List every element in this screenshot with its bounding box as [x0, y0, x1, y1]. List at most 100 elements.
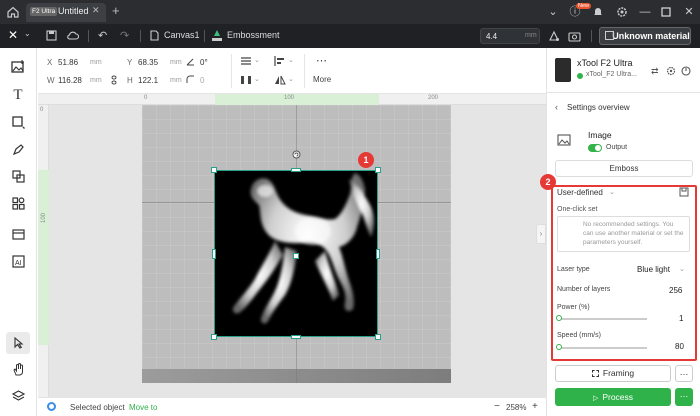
- resize-handle-sw[interactable]: [211, 334, 217, 340]
- y-field[interactable]: 68.35: [138, 58, 158, 67]
- pen-tool-icon[interactable]: [12, 143, 25, 156]
- collapse-panel-button[interactable]: ›: [536, 224, 546, 244]
- elements-tool-icon[interactable]: [12, 197, 25, 210]
- resize-handle-n[interactable]: [291, 168, 301, 172]
- material-library-icon[interactable]: [12, 228, 25, 240]
- flip-icon[interactable]: [274, 75, 286, 85]
- framing-more-button[interactable]: …: [675, 365, 693, 382]
- distribute-icon[interactable]: [240, 75, 252, 85]
- center-handle[interactable]: [293, 253, 299, 259]
- process-button[interactable]: ▷ Process: [555, 388, 671, 406]
- power-slider-knob[interactable]: [556, 315, 562, 321]
- layers-count-field[interactable]: 256: [669, 286, 682, 295]
- save-icon[interactable]: [46, 30, 57, 41]
- chevron-down-icon[interactable]: ⌄: [546, 5, 560, 19]
- corner-radius-field[interactable]: 0: [200, 76, 204, 85]
- ruler-tick: 100: [41, 212, 48, 224]
- connection-icon[interactable]: [681, 66, 691, 76]
- more-icon[interactable]: ⋯: [316, 54, 327, 67]
- hand-tool-icon[interactable]: [12, 363, 25, 376]
- camera-icon[interactable]: [568, 30, 581, 42]
- ruler-tick: 100: [284, 95, 295, 101]
- chevron-down-icon[interactable]: ⌄: [254, 75, 260, 83]
- process-more-button[interactable]: …: [675, 388, 693, 406]
- processing-mode-label[interactable]: Embossment: [227, 30, 280, 40]
- cloud-upload-icon[interactable]: [67, 30, 79, 41]
- align-icon[interactable]: [274, 56, 286, 66]
- layers-icon[interactable]: [12, 390, 25, 402]
- select-tool-icon[interactable]: [13, 337, 24, 349]
- h-field[interactable]: 122.1: [138, 76, 158, 85]
- chevron-down-icon[interactable]: ⌄: [24, 29, 31, 38]
- zoom-level[interactable]: 258%: [506, 403, 526, 412]
- bell-icon[interactable]: [592, 6, 604, 18]
- speed-field[interactable]: 80: [675, 342, 684, 351]
- ai-tool-icon[interactable]: AI: [12, 255, 25, 268]
- ruler-selection-highlight: [38, 170, 49, 345]
- speed-slider-knob[interactable]: [556, 344, 562, 350]
- w-field[interactable]: 116.28: [58, 76, 82, 85]
- close-icon[interactable]: ✕: [682, 5, 696, 19]
- resize-handle-e[interactable]: [376, 249, 380, 259]
- resize-handle-nw[interactable]: [211, 167, 217, 173]
- one-click-message-box: No recommended settings. You can use ano…: [557, 216, 690, 252]
- arrange-icon[interactable]: [240, 56, 252, 66]
- back-icon[interactable]: ‹: [555, 102, 558, 112]
- zoom-out-button[interactable]: −: [494, 401, 500, 412]
- rotate-field[interactable]: 0°: [200, 58, 208, 67]
- resize-handle-s[interactable]: [291, 335, 301, 339]
- home-icon[interactable]: [6, 5, 20, 19]
- xtool-logo-icon[interactable]: ✕: [8, 28, 18, 42]
- lock-ratio-icon[interactable]: [111, 75, 117, 85]
- material-height-input[interactable]: 4.4 mm: [480, 28, 540, 44]
- w-unit: mm: [90, 77, 102, 84]
- chevron-down-icon[interactable]: ⌄: [679, 265, 685, 273]
- minimize-icon[interactable]: —: [638, 5, 652, 19]
- auto-measure-icon[interactable]: [548, 30, 560, 42]
- output-toggle[interactable]: [588, 144, 602, 152]
- one-click-set-label: One-click set: [557, 206, 598, 213]
- canvas-name[interactable]: Canvas1: [164, 30, 200, 40]
- more-label[interactable]: More: [313, 75, 331, 84]
- ruler-vertical: 0 100: [38, 105, 49, 397]
- divider: [547, 92, 700, 93]
- image-tool-icon[interactable]: [11, 60, 25, 73]
- speed-slider[interactable]: [559, 347, 647, 349]
- device-settings-icon[interactable]: [666, 66, 676, 76]
- material-height-unit: mm: [525, 32, 537, 39]
- divider: [204, 30, 205, 42]
- text-tool-icon[interactable]: T: [9, 86, 27, 104]
- redo-icon[interactable]: ↷: [120, 29, 129, 42]
- rotate-handle-icon[interactable]: [292, 150, 301, 159]
- power-field[interactable]: 1: [679, 314, 683, 323]
- settings-icon[interactable]: [616, 6, 628, 18]
- preset-selector[interactable]: User-defined: [557, 188, 603, 197]
- material-selector[interactable]: Unknown material: [599, 27, 691, 45]
- chevron-down-icon[interactable]: ⌄: [254, 56, 260, 64]
- resize-handle-ne[interactable]: [375, 167, 381, 173]
- tab-close-icon[interactable]: ✕: [92, 5, 100, 16]
- shape-tool-icon[interactable]: [12, 116, 25, 129]
- chevron-down-icon[interactable]: ⌄: [288, 56, 294, 64]
- chevron-down-icon[interactable]: ⌄: [609, 188, 615, 196]
- resize-handle-se[interactable]: [375, 334, 381, 340]
- ruler-tick: 0: [40, 107, 44, 113]
- switch-device-icon[interactable]: ⇄: [651, 66, 659, 77]
- canvas-area[interactable]: 0 100 200 0 100 1: [38, 94, 546, 397]
- laser-type-select[interactable]: Blue light: [637, 265, 670, 274]
- zoom-in-button[interactable]: +: [532, 401, 538, 412]
- emboss-button[interactable]: Emboss: [555, 160, 693, 177]
- resize-handle-w[interactable]: [212, 249, 216, 259]
- move-to-link[interactable]: Move to: [129, 403, 157, 412]
- maximize-icon[interactable]: [661, 7, 671, 17]
- combine-tool-icon[interactable]: [12, 170, 25, 183]
- x-field[interactable]: 51.86: [58, 58, 78, 67]
- framing-button[interactable]: Framing: [555, 365, 671, 382]
- power-slider[interactable]: [559, 318, 647, 320]
- new-tab-button[interactable]: +: [112, 3, 120, 18]
- annotation-badge-1: 1: [358, 152, 374, 168]
- chevron-down-icon[interactable]: ⌄: [288, 75, 294, 83]
- save-preset-icon[interactable]: [679, 187, 689, 197]
- y-label: Y: [127, 58, 133, 67]
- undo-icon[interactable]: ↶: [98, 29, 107, 42]
